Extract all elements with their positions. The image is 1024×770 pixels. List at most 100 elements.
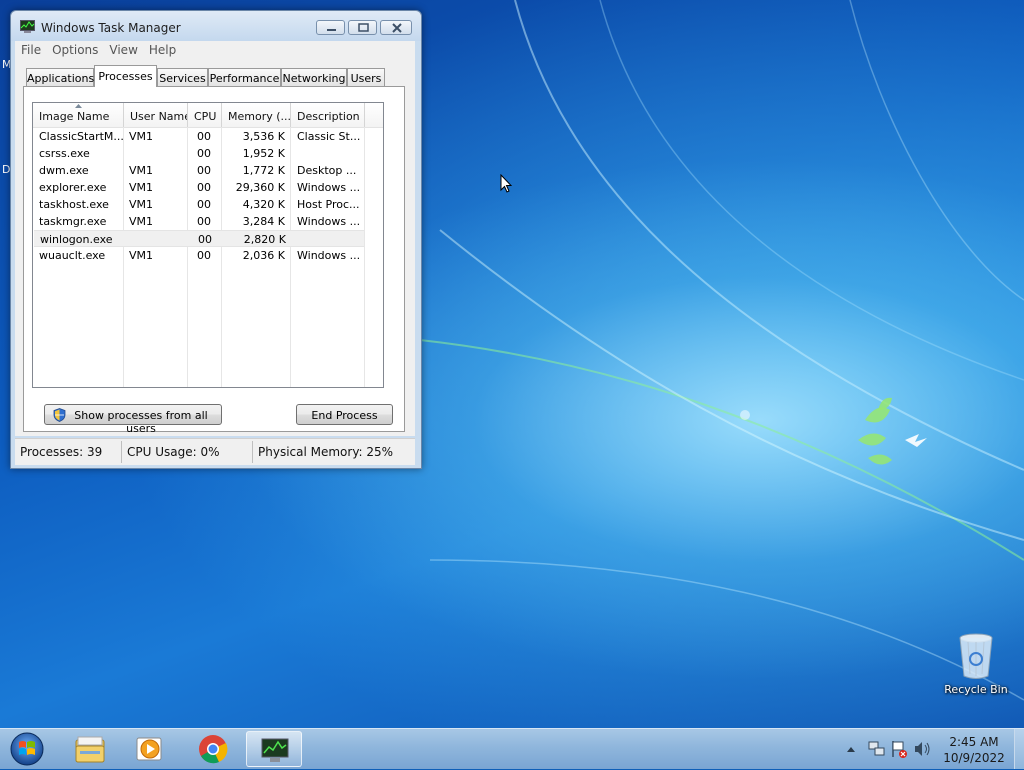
column-header-description[interactable]: Description	[291, 103, 365, 127]
process-cpu: 00	[198, 233, 212, 246]
title-bar[interactable]: Windows Task Manager	[11, 11, 421, 41]
process-row[interactable]: ClassicStartM... VM1 00 3,536 K Classic St..…	[33, 128, 383, 145]
menu-file[interactable]: File	[15, 41, 46, 57]
process-row[interactable]: taskhost.exe VM1 00 4,320 K Host Proc...	[33, 196, 383, 213]
taskbar-chrome[interactable]	[185, 731, 241, 767]
tab-applications[interactable]: Applications	[26, 68, 94, 86]
menu-help[interactable]: Help	[143, 41, 181, 57]
process-cpu: 00	[197, 249, 211, 262]
process-name: wuauclt.exe	[39, 249, 106, 262]
process-user: VM1	[129, 164, 154, 177]
action-center-flag-icon	[892, 741, 907, 758]
close-button[interactable]	[380, 20, 412, 35]
process-user: VM1	[129, 249, 154, 262]
column-header-cpu[interactable]: CPU	[188, 103, 222, 127]
process-row[interactable]: explorer.exe VM1 00 29,360 K Windows ...	[33, 179, 383, 196]
taskbar: 2:45 AM 10/9/2022	[0, 728, 1024, 769]
uac-shield-icon	[53, 408, 66, 422]
mouse-cursor-icon	[500, 174, 512, 193]
process-row[interactable]: taskmgr.exe VM1 00 3,284 K Windows ...	[33, 213, 383, 230]
process-cpu: 00	[197, 215, 211, 228]
tab-performance[interactable]: Performance	[208, 68, 281, 86]
taskbar-windows-explorer[interactable]	[62, 731, 118, 767]
process-mem: 29,360 K	[235, 181, 285, 194]
maximize-icon	[358, 23, 369, 32]
windows-explorer-icon	[75, 736, 105, 763]
process-name: csrss.exe	[39, 147, 90, 160]
process-desc: Windows ...	[297, 249, 361, 262]
task-manager-window[interactable]: Windows Task Manager File Options View Help…	[10, 10, 422, 469]
process-desc: Windows ...	[297, 215, 361, 228]
process-row[interactable]: winlogon.exe 00 2,820 K	[34, 230, 364, 247]
end-process-button[interactable]: End Process	[296, 404, 393, 425]
process-desc: Desktop ...	[297, 164, 357, 177]
close-icon	[392, 23, 402, 33]
process-user: VM1	[129, 198, 154, 211]
menu-bar: File Options View Help	[15, 41, 415, 60]
desktop[interactable]: M D Windows Task Manager File Options View…	[0, 0, 1024, 728]
recycle-bin-label: Recycle Bin	[944, 683, 1008, 696]
status-physical-memory: Physical Memory: 25%	[258, 445, 394, 459]
process-name: taskmgr.exe	[39, 215, 107, 228]
show-hidden-icons-arrow	[847, 747, 855, 752]
menu-options[interactable]: Options	[46, 41, 103, 57]
task-manager-icon	[261, 738, 289, 762]
process-cpu: 00	[197, 147, 211, 160]
tab-services[interactable]: Services	[157, 68, 208, 86]
process-mem: 3,284 K	[242, 215, 285, 228]
process-name: dwm.exe	[39, 164, 89, 177]
process-desc: Host Proc...	[297, 198, 360, 211]
column-header-label: Image Name	[39, 110, 110, 123]
process-name: explorer.exe	[39, 181, 107, 194]
taskbar-media-player[interactable]	[123, 731, 179, 767]
minimize-button[interactable]	[316, 20, 345, 35]
system-clock[interactable]: 2:45 AM 10/9/2022	[938, 734, 1010, 766]
sort-ascending-icon	[75, 104, 82, 108]
process-user: VM1	[129, 215, 154, 228]
minimize-icon	[327, 29, 336, 31]
process-desc: Windows ...	[297, 181, 361, 194]
clock-time: 2:45 AM	[949, 735, 999, 749]
window-title: Windows Task Manager	[41, 21, 181, 35]
task-manager-client: Applications Processes Services Performa…	[15, 60, 415, 436]
recycle-bin-icon	[959, 633, 993, 679]
column-header-memory[interactable]: Memory (...	[222, 103, 291, 127]
wallpaper-bird	[905, 434, 927, 447]
show-all-processes-button[interactable]: Show processes from all users	[44, 404, 222, 435]
status-cpu-usage: CPU Usage: 0%	[127, 445, 220, 459]
process-row[interactable]: csrss.exe 00 1,952 K	[33, 145, 383, 162]
column-header-user-name[interactable]: User Name	[124, 103, 188, 127]
process-name: winlogon.exe	[40, 233, 113, 246]
process-mem: 3,536 K	[242, 130, 285, 143]
process-mem: 1,772 K	[242, 164, 285, 177]
process-row[interactable]: dwm.exe VM1 00 1,772 K Desktop ...	[33, 162, 383, 179]
process-row[interactable]: wuauclt.exe VM1 00 2,036 K Windows ...	[33, 247, 383, 264]
wallpaper-leaf-logo	[858, 397, 892, 465]
maximize-button[interactable]	[348, 20, 377, 35]
column-header-image-name[interactable]: Image Name	[33, 103, 124, 127]
desktop-icon-recycle-bin[interactable]: Recycle Bin	[940, 632, 1012, 702]
column-header-row: Image Name User Name CPU Memory (... Des…	[33, 103, 383, 128]
tab-networking[interactable]: Networking	[281, 68, 347, 86]
process-name: taskhost.exe	[39, 198, 109, 211]
process-list[interactable]: Image Name User Name CPU Memory (... Des…	[32, 102, 384, 388]
process-user: VM1	[129, 181, 154, 194]
media-player-icon	[136, 737, 162, 761]
start-button[interactable]	[7, 731, 47, 767]
chrome-icon	[199, 735, 228, 764]
windows-logo-icon	[10, 732, 44, 766]
tab-users[interactable]: Users	[347, 68, 385, 86]
process-name: ClassicStartM...	[39, 130, 123, 143]
taskbar-task-manager[interactable]	[246, 731, 302, 767]
network-icon	[868, 741, 885, 756]
process-cpu: 00	[197, 164, 211, 177]
process-cpu: 00	[197, 130, 211, 143]
show-desktop-button[interactable]	[1014, 729, 1024, 769]
process-mem: 2,036 K	[242, 249, 285, 262]
tab-processes[interactable]: Processes	[94, 65, 157, 87]
menu-view[interactable]: View	[103, 41, 142, 57]
volume-icon	[915, 742, 930, 756]
status-process-count: Processes: 39	[20, 445, 103, 459]
process-cpu: 00	[197, 181, 211, 194]
process-cpu: 00	[197, 198, 211, 211]
